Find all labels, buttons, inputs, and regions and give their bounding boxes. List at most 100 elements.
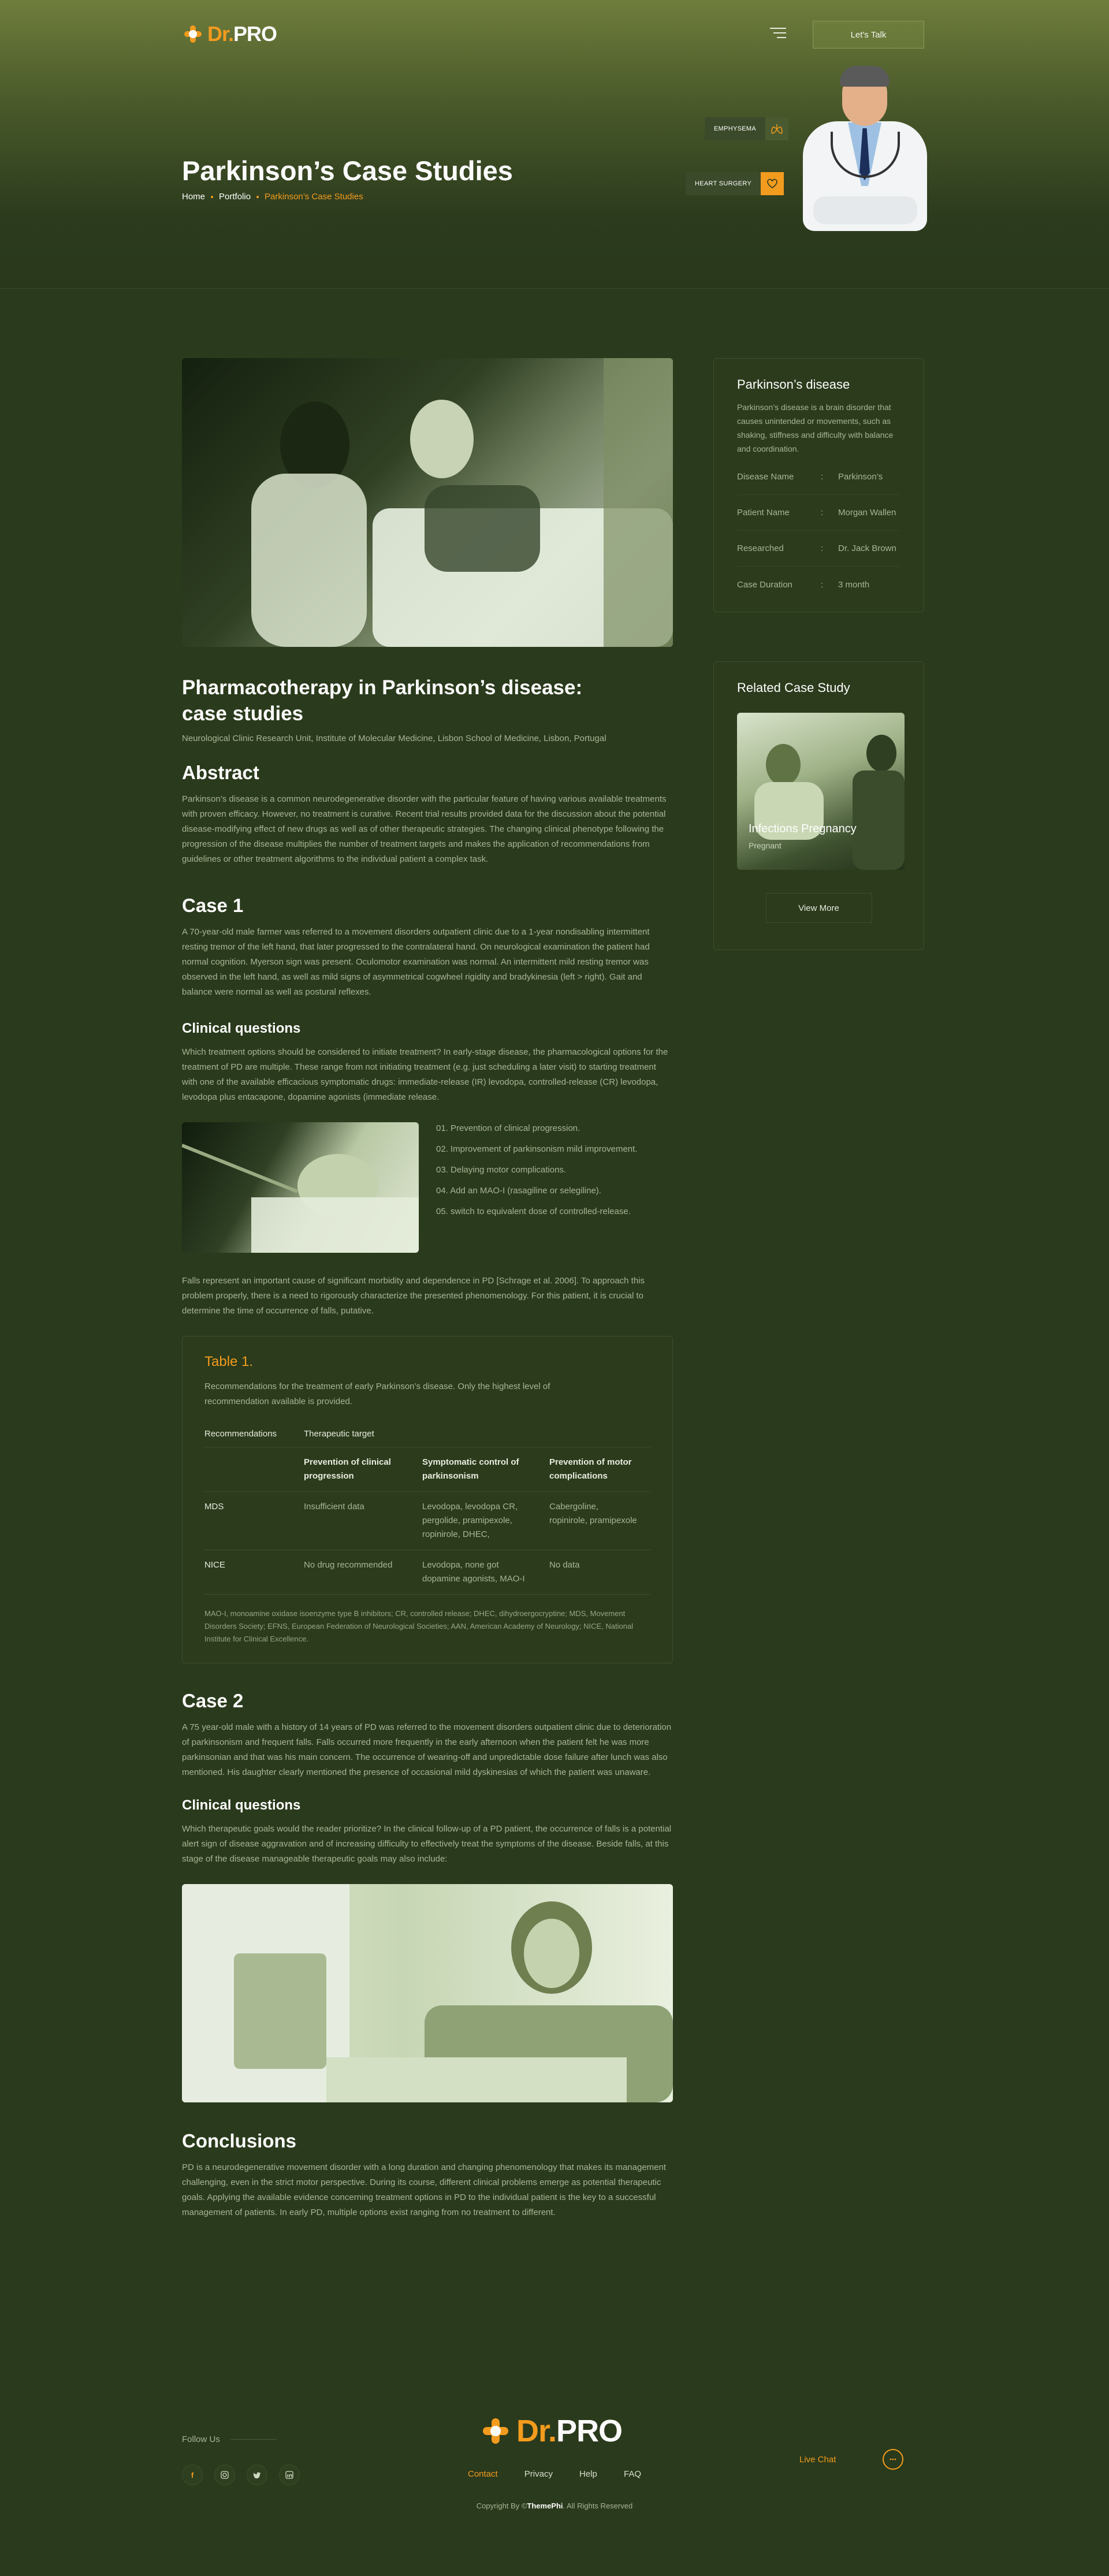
lungs-icon	[765, 117, 788, 140]
table-cell: Levodopa, none got dopamine agonists, MA…	[422, 1550, 549, 1595]
footer-link-faq[interactable]: FAQ	[624, 2469, 641, 2479]
table-footnote: MAO-I, monoamine oxidase isoenzyme type …	[204, 1609, 634, 1643]
table-cell: Levodopa, levodopa CR, pergolide, pramip…	[422, 1491, 549, 1550]
breadcrumb-separator	[256, 195, 259, 198]
detail-separator: :	[821, 472, 824, 482]
chat-bubble-icon[interactable]	[883, 2449, 903, 2470]
copyright-brand[interactable]: ThemePhi	[527, 2501, 563, 2510]
live-chat-label[interactable]: Live Chat	[799, 2455, 836, 2465]
footer: Follow Us f Dr.PRO Contact Privacy Help …	[0, 2368, 1109, 2576]
brand-dr: Dr.	[207, 22, 234, 46]
treatment-options-list: 01. Prevention of clinical progression. …	[436, 1122, 637, 1227]
option-item: 04. Add an MAO-I (rasagiline or selegili…	[436, 1186, 601, 1196]
row-name: NICE	[204, 1550, 304, 1595]
detail-key: Patient Name	[737, 508, 790, 518]
hero-header: Dr.PRO Let's Talk Parkinson’s Case Studi…	[0, 0, 1109, 289]
footer-nav: Contact Privacy Help FAQ	[468, 2469, 641, 2479]
case1-heading: Case 1	[182, 895, 244, 916]
abstract-text: Parkinson’s disease is a common neurodeg…	[182, 794, 667, 864]
abstract-heading: Abstract	[182, 762, 259, 783]
tag-emphysema-label: EMPHYSEMA	[705, 117, 765, 140]
disease-title: Parkinson’s disease	[737, 377, 850, 392]
detail-value: Parkinson’s	[838, 472, 883, 482]
col-recommendations: Recommendations	[204, 1429, 304, 1447]
table-title: Table 1.	[204, 1354, 254, 1369]
footer-link-privacy[interactable]: Privacy	[524, 2469, 553, 2479]
tag-heart-surgery-label: HEART SURGERY	[686, 172, 761, 195]
case2-clinical-questions-heading: Clinical questions	[182, 1797, 301, 1813]
copyright-prefix: Copyright By ©	[476, 2501, 527, 2510]
subheader: Prevention of clinical progression	[304, 1447, 422, 1492]
case2-heading: Case 2	[182, 1690, 244, 1711]
footer-logo[interactable]: Dr.PRO	[479, 2413, 623, 2449]
table-cell: No drug recommended	[304, 1550, 422, 1595]
view-more-button[interactable]: View More	[765, 893, 872, 923]
footer-link-contact[interactable]: Contact	[468, 2469, 498, 2479]
brand-logo[interactable]: Dr.PRO	[182, 22, 277, 46]
detail-row: Disease Name: Parkinson’s	[737, 459, 900, 495]
case1-clinical-questions-heading: Clinical questions	[182, 1021, 301, 1036]
brand-pro: PRO	[233, 22, 277, 46]
conclusions-heading: Conclusions	[182, 2130, 297, 2151]
hamburger-menu-icon[interactable]	[770, 28, 786, 39]
table-cell: Cabergoline, ropinirole, pramipexole	[549, 1491, 650, 1550]
follow-us: Follow Us	[182, 2434, 277, 2444]
follow-us-divider	[230, 2439, 277, 2440]
option-item: 02. Improvement of parkinsonism mild imp…	[436, 1144, 638, 1154]
follow-us-label: Follow Us	[182, 2434, 220, 2444]
breadcrumb: Home Portfolio Parkinson’s Case Studies	[182, 192, 363, 202]
social-links: f	[182, 2465, 300, 2485]
instagram-icon[interactable]	[214, 2465, 235, 2485]
detail-key: Case Duration	[737, 579, 792, 590]
facebook-icon[interactable]: f	[182, 2465, 203, 2485]
detail-key: Disease Name	[737, 472, 794, 482]
patient-oxygen-image	[182, 1122, 419, 1253]
copyright-suffix: . All Rights Reserved	[563, 2501, 633, 2510]
detail-row: Case Duration: 3 month	[737, 567, 900, 602]
lets-talk-button[interactable]: Let's Talk	[813, 21, 924, 49]
related-card-title: Infections Pregnancy	[749, 822, 857, 835]
hero-image-doctor-patient	[182, 358, 673, 647]
conclusions-text: PD is a neurodegenerative movement disor…	[182, 2162, 667, 2217]
footer-brand-dr: Dr.	[516, 2414, 557, 2448]
linkedin-icon[interactable]	[279, 2465, 300, 2485]
page-title: Parkinson’s Case Studies	[182, 155, 513, 186]
detail-row: Researched: Dr. Jack Brown	[737, 531, 900, 567]
related-case-item[interactable]: Infections Pregnancy Pregnant	[737, 713, 905, 870]
detail-row: Patient Name: Morgan Wallen	[737, 495, 900, 531]
footer-link-help[interactable]: Help	[579, 2469, 597, 2479]
detail-value: Morgan Wallen	[838, 508, 896, 518]
detail-value: 3 month	[838, 579, 870, 590]
disease-info-card: Parkinson’s disease Parkinson’s disease …	[713, 358, 924, 612]
detail-separator: :	[821, 544, 824, 553]
detail-value: Dr. Jack Brown	[838, 544, 896, 553]
related-case-card: Related Case Study Infections Pregnancy …	[713, 661, 924, 950]
table-row: NICE No drug recommended Levodopa, none …	[204, 1550, 650, 1595]
case1-text: A 70-year-old male farmer was referred t…	[182, 927, 650, 997]
recommendations-table: Recommendations Therapeutic target Preve…	[204, 1429, 650, 1595]
related-card-subtitle: Pregnant	[749, 841, 781, 850]
case1-clinical-questions-text: Which treatment options should be consid…	[182, 1047, 668, 1102]
option-item: 01. Prevention of clinical progression.	[436, 1123, 580, 1133]
case2-text: A 75 year-old male with a history of 14 …	[182, 1722, 672, 1777]
detail-key: Researched	[737, 544, 784, 553]
medical-cross-icon	[182, 23, 204, 45]
copyright: Copyright By ©ThemePhi. All Rights Reser…	[0, 2501, 1109, 2510]
related-title: Related Case Study	[737, 680, 850, 695]
breadcrumb-home[interactable]: Home	[182, 192, 205, 202]
falls-text: Falls represent an important cause of si…	[182, 1276, 645, 1316]
twitter-icon[interactable]	[247, 2465, 267, 2485]
table-1: Table 1. Recommendations for the treatme…	[182, 1336, 673, 1663]
table-row: MDS Insufficient data Levodopa, levodopa…	[204, 1491, 650, 1550]
medical-cross-icon	[479, 2415, 512, 2447]
article-title-line2: case studies	[182, 702, 304, 725]
heart-icon	[761, 172, 784, 195]
option-item: 05. switch to equivalent dose of control…	[436, 1207, 631, 1216]
row-name: MDS	[204, 1491, 304, 1550]
detail-separator: :	[821, 508, 824, 518]
breadcrumb-portfolio[interactable]: Portfolio	[219, 192, 251, 202]
case2-clinical-questions-text: Which therapeutic goals would the reader…	[182, 1824, 672, 1864]
article-title-line1: Pharmacotherapy in Parkinson’s disease:	[182, 676, 583, 699]
article-affiliation: Neurological Clinic Research Unit, Insti…	[182, 734, 606, 743]
detail-separator: :	[821, 579, 824, 590]
